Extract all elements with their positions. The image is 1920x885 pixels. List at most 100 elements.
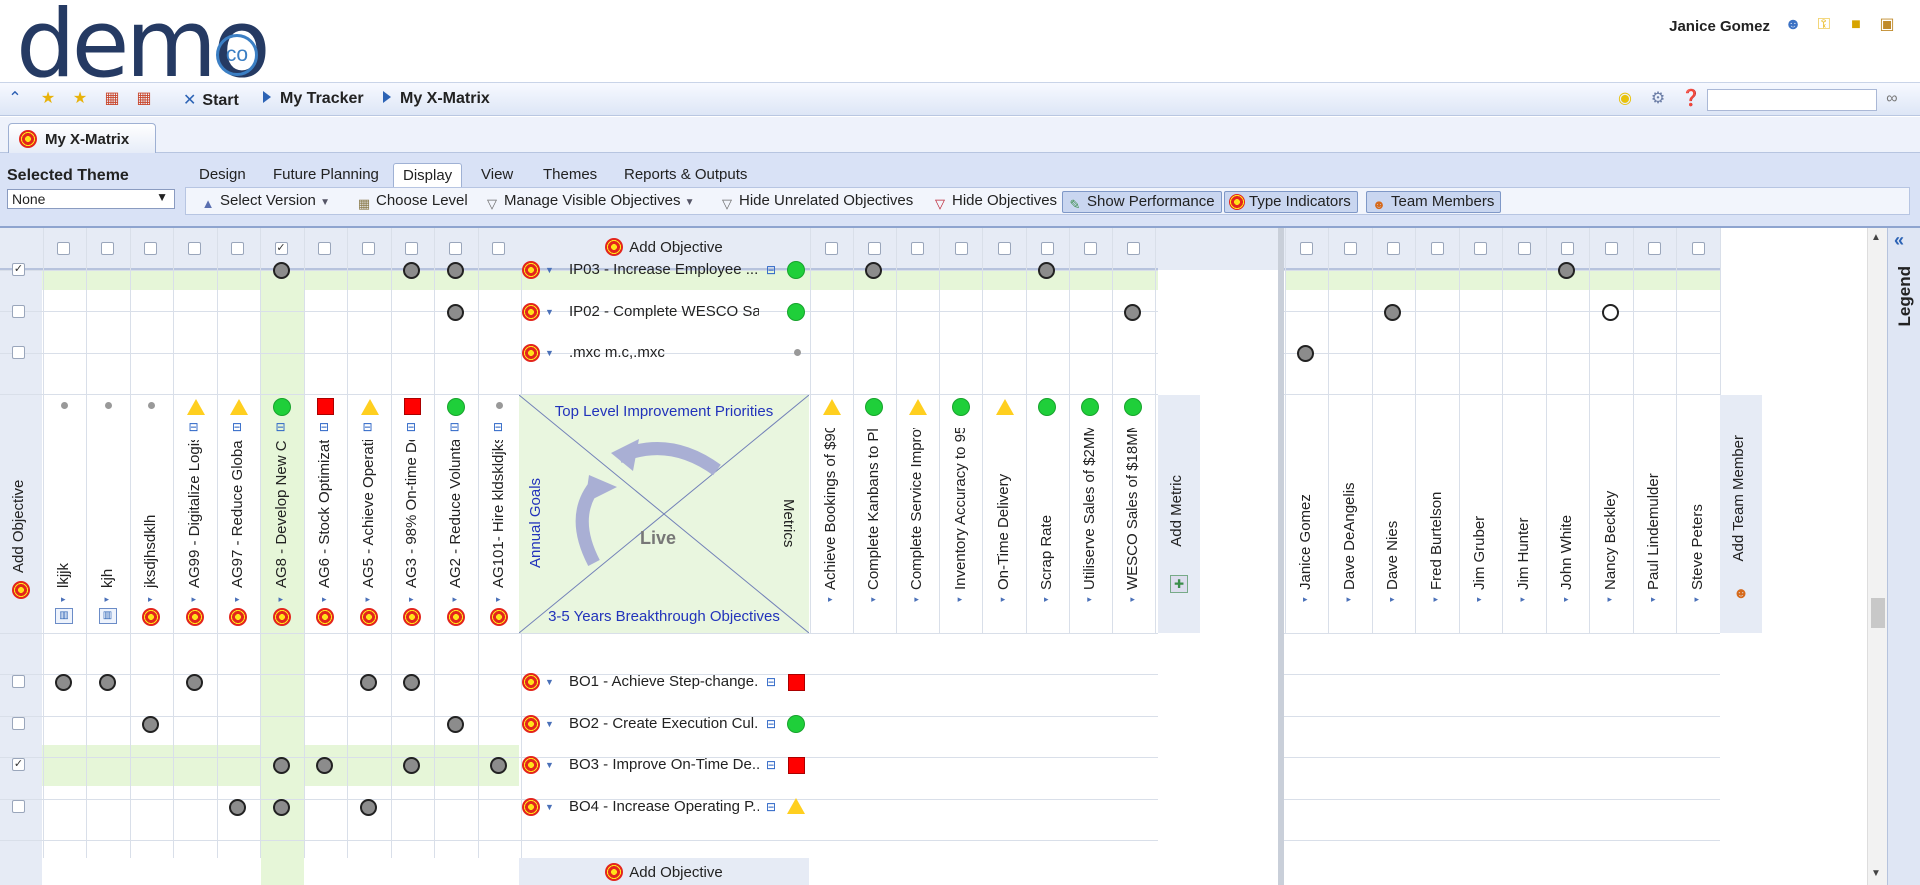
chevron-down-icon[interactable]: ▼ bbox=[545, 348, 554, 358]
annual-goal-title[interactable]: AG101- Hire kldskldjksd bbox=[490, 440, 507, 588]
hierarchy-icon[interactable]: ⊟ bbox=[276, 419, 294, 435]
team-member-column-checkbox[interactable] bbox=[1300, 242, 1313, 255]
chevron-right-icon[interactable]: ▸ bbox=[1303, 594, 1308, 605]
team-member-column-checkbox[interactable] bbox=[1561, 242, 1574, 255]
chevron-right-icon[interactable]: ▸ bbox=[1347, 594, 1352, 605]
hierarchy-icon[interactable]: ⊟ bbox=[406, 419, 424, 435]
annual-goal-title[interactable]: AG5 - Achieve Operating In... bbox=[360, 440, 377, 588]
relationship-dot[interactable] bbox=[1124, 303, 1142, 321]
hide-unrelated-objectives-button[interactable]: ▽ Hide Unrelated Objectives bbox=[715, 191, 919, 213]
team-member-column-checkbox[interactable] bbox=[1343, 242, 1357, 255]
relationship-dot[interactable] bbox=[1038, 261, 1055, 279]
hierarchy-icon[interactable]: ⊟ bbox=[766, 716, 784, 732]
type-indicators-toggle[interactable]: Type Indicators bbox=[1224, 191, 1358, 213]
team-member-name[interactable]: Janice Gomez bbox=[1297, 428, 1314, 590]
package-icon[interactable]: ▦ bbox=[102, 89, 122, 109]
tab-my-x-matrix[interactable]: My X-Matrix bbox=[8, 123, 156, 153]
chevron-right-icon[interactable]: ▸ bbox=[1521, 594, 1526, 605]
metric-column-checkbox[interactable] bbox=[954, 242, 968, 255]
annual-goal-column-checkbox[interactable] bbox=[57, 242, 70, 255]
team-member-column-checkbox[interactable] bbox=[1387, 242, 1400, 255]
relationship-dot[interactable] bbox=[403, 673, 420, 691]
user-icon[interactable]: ☻ bbox=[1783, 15, 1803, 35]
relationship-dot[interactable] bbox=[55, 673, 72, 691]
objective-row-checkbox[interactable] bbox=[12, 346, 25, 359]
pane-splitter[interactable] bbox=[1278, 228, 1284, 885]
annual-goal-title[interactable]: AG8 - Develop New Chann... bbox=[273, 440, 290, 588]
hierarchy-icon[interactable]: ⊟ bbox=[766, 674, 784, 690]
tab-view[interactable]: View bbox=[472, 163, 522, 187]
chart-icon[interactable]: ▥ bbox=[98, 608, 117, 624]
favorite-star-icon[interactable]: ★ bbox=[38, 89, 58, 109]
annual-goal-title[interactable]: lkjjk bbox=[55, 440, 72, 588]
theme-dropdown[interactable]: None ▼ bbox=[7, 189, 175, 209]
relationship-dot[interactable] bbox=[185, 673, 203, 691]
team-member-column-checkbox[interactable] bbox=[1517, 242, 1531, 255]
chevron-right-icon[interactable]: ▸ bbox=[1434, 594, 1439, 605]
relationship-dot[interactable] bbox=[272, 261, 290, 279]
team-member-name[interactable]: Dave Nies bbox=[1384, 428, 1401, 590]
breadcrumb-start[interactable]: ✕ Start bbox=[183, 90, 239, 110]
relationship-dot[interactable] bbox=[403, 261, 420, 279]
tab-display[interactable]: Display bbox=[393, 163, 463, 187]
show-performance-toggle[interactable]: ✎ Show Performance bbox=[1062, 191, 1222, 213]
metric-title[interactable]: Complete Kanbans to Plan bbox=[865, 428, 882, 590]
annual-goal-column-checkbox[interactable] bbox=[492, 242, 505, 255]
relationship-dot[interactable] bbox=[865, 261, 883, 279]
relationship-dot[interactable] bbox=[229, 798, 246, 816]
chevron-right-icon[interactable]: ▸ bbox=[1130, 594, 1135, 605]
hide-objectives-button[interactable]: ▽ Hide Objectives bbox=[928, 191, 1063, 213]
metric-column-checkbox[interactable] bbox=[1041, 242, 1054, 255]
hierarchy-icon[interactable]: ⊟ bbox=[450, 419, 468, 435]
hierarchy-icon[interactable]: ⊟ bbox=[363, 419, 381, 435]
annual-goal-column-checkbox[interactable] bbox=[187, 242, 201, 255]
relationship-dot[interactable] bbox=[1297, 344, 1314, 362]
chevron-down-icon[interactable]: ▼ bbox=[545, 307, 554, 317]
team-member-column-checkbox[interactable] bbox=[1604, 242, 1618, 255]
chevron-down-icon[interactable]: ▸ bbox=[366, 594, 371, 605]
annual-goal-column-checkbox[interactable] bbox=[361, 242, 375, 255]
objective-row-checkbox[interactable] bbox=[12, 800, 25, 813]
chevron-right-icon[interactable]: ▸ bbox=[828, 594, 833, 605]
search-glasses-icon[interactable]: ∞ bbox=[1882, 89, 1902, 109]
chevron-down-icon[interactable]: ▼ bbox=[545, 719, 554, 729]
team-member-column-checkbox[interactable] bbox=[1474, 242, 1487, 255]
chevron-down-icon[interactable]: ▸ bbox=[235, 594, 240, 605]
exit-icon[interactable]: ▣ bbox=[1877, 15, 1897, 35]
chevron-right-icon[interactable]: ▸ bbox=[1001, 594, 1006, 605]
chevron-down-icon[interactable]: ▼ bbox=[545, 677, 554, 687]
tab-themes[interactable]: Themes bbox=[534, 163, 606, 187]
chevron-down-icon[interactable]: ▸ bbox=[322, 594, 327, 605]
relationship-dot[interactable] bbox=[272, 798, 290, 816]
relationship-dot[interactable] bbox=[98, 673, 116, 691]
expand-left-icon[interactable]: « bbox=[1894, 230, 1904, 251]
hierarchy-icon[interactable]: ⊟ bbox=[766, 757, 784, 773]
hierarchy-icon[interactable]: ⊟ bbox=[493, 419, 511, 435]
add-metric-button[interactable]: Add Metric ✚ bbox=[1158, 395, 1200, 633]
annual-goal-column-checkbox[interactable]: ✓ bbox=[274, 242, 288, 255]
chevron-down-icon[interactable]: ▼ bbox=[545, 760, 554, 770]
metric-column-checkbox[interactable] bbox=[1084, 242, 1098, 255]
tab-future-planning[interactable]: Future Planning bbox=[264, 163, 388, 187]
annual-goal-title[interactable]: AG3 - 98% On-time Deliver... bbox=[403, 440, 420, 588]
annual-goal-column-checkbox[interactable] bbox=[100, 242, 114, 255]
chevron-right-icon[interactable]: ▸ bbox=[914, 594, 919, 605]
chevron-down-icon[interactable]: ▼ bbox=[545, 265, 554, 275]
team-member-name[interactable]: Steve Peters bbox=[1689, 428, 1706, 590]
tab-design[interactable]: Design bbox=[190, 163, 255, 187]
breadcrumb-my-tracker[interactable]: My Tracker bbox=[263, 90, 364, 108]
hierarchy-icon[interactable]: ⊟ bbox=[189, 419, 207, 435]
chevron-right-icon[interactable]: ▸ bbox=[1608, 594, 1613, 605]
tab-reports-outputs[interactable]: Reports & Outputs bbox=[615, 163, 756, 187]
team-member-column-checkbox[interactable] bbox=[1648, 242, 1661, 255]
metric-title[interactable]: Utiliserve Sales of $2MM bbox=[1081, 428, 1098, 590]
chevron-down-icon[interactable]: ▸ bbox=[105, 594, 110, 605]
manage-visible-objectives-button[interactable]: ▽ Manage Visible Objectives ▼ bbox=[480, 191, 701, 213]
chevron-right-icon[interactable]: ▸ bbox=[1477, 594, 1482, 605]
relationship-dot[interactable] bbox=[272, 756, 290, 774]
annual-goal-title[interactable]: jksdjhsdklh bbox=[142, 440, 159, 588]
chevron-right-icon[interactable]: ▸ bbox=[1087, 594, 1092, 605]
relationship-dot[interactable] bbox=[316, 756, 333, 774]
scrollbar-thumb[interactable] bbox=[1871, 598, 1885, 628]
chevron-down-icon[interactable]: ▸ bbox=[496, 594, 501, 605]
